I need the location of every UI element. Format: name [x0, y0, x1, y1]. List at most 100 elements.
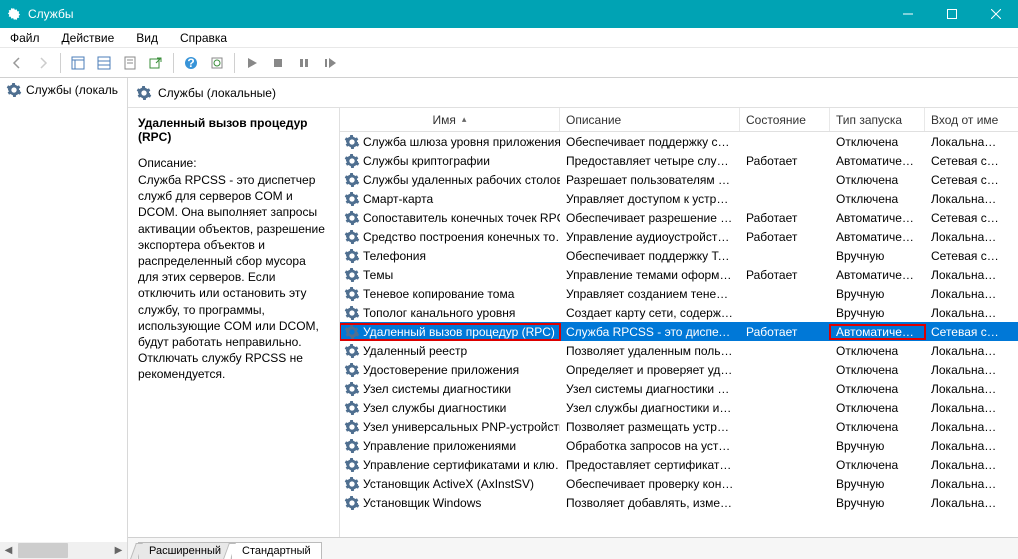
refresh-button[interactable] — [206, 52, 228, 74]
service-desc: Позволяет добавлять, изменя… — [560, 496, 740, 510]
table-row[interactable]: Узел системы диагностикиУзел системы диа… — [340, 379, 1018, 398]
menu-help[interactable]: Справка — [176, 30, 231, 46]
tree-root-item[interactable]: Службы (локаль — [0, 78, 127, 102]
service-name: Служба шлюза уровня приложения — [363, 135, 560, 149]
service-start: Отключена — [830, 420, 925, 434]
stop-service-button[interactable] — [267, 52, 289, 74]
service-start: Отключена — [830, 382, 925, 396]
table-row[interactable]: Узел службы диагностикиУзел службы диагн… — [340, 398, 1018, 417]
service-name: Установщик ActiveX (AxInstSV) — [363, 477, 534, 491]
table-row[interactable]: ТемыУправление темами оформле…РаботаетАв… — [340, 265, 1018, 284]
service-logon: Локальная с — [925, 344, 1005, 358]
column-state[interactable]: Состояние — [740, 108, 830, 131]
service-icon — [344, 134, 360, 150]
service-state: Работает — [740, 230, 830, 244]
titlebar: Службы — [0, 0, 1018, 28]
table-row[interactable]: Теневое копирование томаУправляет создан… — [340, 284, 1018, 303]
menu-action[interactable]: Действие — [58, 30, 119, 46]
service-name: Службы удаленных рабочих столов — [363, 173, 560, 187]
properties-button[interactable] — [119, 52, 141, 74]
table-row[interactable]: Узел универсальных PNP-устройствПозволяе… — [340, 417, 1018, 436]
service-icon — [344, 419, 360, 435]
start-service-button[interactable] — [241, 52, 263, 74]
table-row[interactable]: Службы удаленных рабочих столовРазрешает… — [340, 170, 1018, 189]
restart-service-button[interactable] — [319, 52, 341, 74]
service-logon: Локальная с — [925, 192, 1005, 206]
service-icon — [344, 495, 360, 511]
minimize-button[interactable] — [886, 0, 930, 28]
service-logon: Сетевая слу: — [925, 173, 1005, 187]
service-state: Работает — [740, 325, 830, 339]
view-large-button[interactable] — [67, 52, 89, 74]
toolbar-separator — [234, 53, 235, 73]
service-name: Темы — [363, 268, 393, 282]
view-detail-button[interactable] — [93, 52, 115, 74]
tab-standard[interactable]: Стандартный — [231, 542, 322, 559]
tab-extended[interactable]: Расширенный — [138, 542, 232, 559]
list-header: Имя▴ Описание Состояние Тип запуска Вход… — [340, 108, 1018, 132]
pause-service-button[interactable] — [293, 52, 315, 74]
service-start: Автоматиче… — [830, 154, 925, 168]
panel-header: Службы (локальные) — [128, 78, 1018, 108]
service-start: Автоматиче… — [830, 230, 925, 244]
service-icon — [344, 191, 360, 207]
service-logon: Локальная с — [925, 496, 1005, 510]
table-row[interactable]: Управление сертификатами и клю…Предостав… — [340, 455, 1018, 474]
table-row[interactable]: Удостоверение приложенияОпределяет и про… — [340, 360, 1018, 379]
table-row[interactable]: Тополог канального уровняСоздает карту с… — [340, 303, 1018, 322]
menu-view[interactable]: Вид — [132, 30, 162, 46]
service-logon: Локальная с — [925, 363, 1005, 377]
service-desc: Управление темами оформле… — [560, 268, 740, 282]
service-icon — [344, 362, 360, 378]
table-row[interactable]: Удаленный реестрПозволяет удаленным поль… — [340, 341, 1018, 360]
forward-button[interactable] — [32, 52, 54, 74]
table-row[interactable]: Управление приложениямиОбработка запросо… — [340, 436, 1018, 455]
table-row[interactable]: Установщик WindowsПозволяет добавлять, и… — [340, 493, 1018, 512]
column-logon[interactable]: Вход от име — [925, 108, 1005, 131]
maximize-button[interactable] — [930, 0, 974, 28]
service-start: Вручную — [830, 287, 925, 301]
service-start: Автоматиче… — [830, 211, 925, 225]
table-row[interactable]: Удаленный вызов процедур (RPC)Служба RPC… — [340, 322, 1018, 341]
service-desc: Узел системы диагностики ис… — [560, 382, 740, 396]
help-button[interactable]: ? — [180, 52, 202, 74]
app-icon — [6, 6, 22, 22]
horizontal-scrollbar[interactable]: ◀ ▶ — [0, 542, 127, 559]
service-start: Отключена — [830, 192, 925, 206]
table-row[interactable]: Средство построения конечных то…Управлен… — [340, 227, 1018, 246]
table-row[interactable]: Служба шлюза уровня приложенияОбеспечива… — [340, 132, 1018, 151]
scroll-right-icon[interactable]: ▶ — [110, 542, 127, 559]
close-button[interactable] — [974, 0, 1018, 28]
toolbar-separator — [173, 53, 174, 73]
column-startup[interactable]: Тип запуска — [830, 108, 925, 131]
table-row[interactable]: Установщик ActiveX (AxInstSV)Обеспечивае… — [340, 474, 1018, 493]
tree-pane: Службы (локаль ◀ ▶ — [0, 78, 128, 559]
table-row[interactable]: ТелефонияОбеспечивает поддержку Tele…Вру… — [340, 246, 1018, 265]
service-icon — [344, 286, 360, 302]
window-title: Службы — [28, 7, 886, 21]
table-row[interactable]: Службы криптографииПредоставляет четыре … — [340, 151, 1018, 170]
service-start: Автоматиче… — [830, 325, 925, 339]
tab-strip: Расширенный Стандартный — [128, 537, 1018, 559]
table-row[interactable]: Смарт-картаУправляет доступом к устрой…О… — [340, 189, 1018, 208]
service-start: Вручную — [830, 439, 925, 453]
description-label: Описание: — [138, 156, 329, 170]
service-name: Смарт-карта — [363, 192, 433, 206]
service-name: Узел службы диагностики — [363, 401, 506, 415]
service-start: Вручную — [830, 477, 925, 491]
back-button[interactable] — [6, 52, 28, 74]
service-logon: Локальная с — [925, 306, 1005, 320]
service-name: Службы криптографии — [363, 154, 490, 168]
service-desc: Позволяет удаленным пользо… — [560, 344, 740, 358]
service-start: Вручную — [830, 496, 925, 510]
scroll-thumb[interactable] — [18, 543, 68, 558]
export-button[interactable] — [145, 52, 167, 74]
service-icon — [344, 248, 360, 264]
service-desc: Управляет созданием теневых… — [560, 287, 740, 301]
scroll-left-icon[interactable]: ◀ — [0, 542, 17, 559]
column-name[interactable]: Имя▴ — [340, 108, 560, 131]
menu-file[interactable]: Файл — [6, 30, 44, 46]
table-row[interactable]: Сопоставитель конечных точек RPCОбеспечи… — [340, 208, 1018, 227]
selected-service-name: Удаленный вызов процедур (RPC) — [138, 116, 329, 144]
column-description[interactable]: Описание — [560, 108, 740, 131]
